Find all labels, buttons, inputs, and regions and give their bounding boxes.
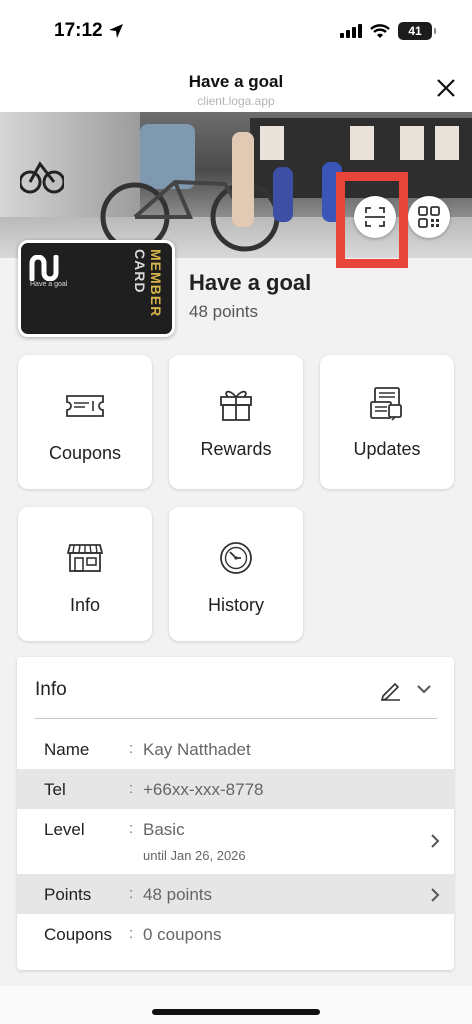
info-header[interactable]: Info — [17, 657, 454, 719]
edit-pencil-icon[interactable] — [380, 679, 402, 701]
row-colon: : — [129, 885, 134, 902]
card-label-card: CARD — [132, 249, 148, 294]
nav-header: Have a goal client.loga.app — [0, 62, 472, 112]
row-value: +66xx-xxx-8778 — [143, 780, 264, 799]
chevron-down-icon[interactable] — [416, 683, 432, 695]
status-bar: 17:12 41 — [0, 0, 472, 62]
highlight-annotation-box — [336, 172, 408, 268]
status-time: 17:12 — [54, 20, 124, 42]
chevron-right-icon — [431, 888, 440, 902]
updates-tile-label: Updates — [353, 439, 421, 459]
coupons-tile[interactable]: Coupons — [18, 355, 152, 489]
brand-logo-icon — [29, 255, 59, 281]
store-icon — [67, 544, 103, 572]
battery-indicator: 41 — [398, 22, 436, 40]
chevron-right-icon — [431, 834, 440, 848]
row-colon: : — [129, 925, 134, 942]
person-figure — [232, 132, 254, 227]
info-tile[interactable]: Info — [18, 507, 152, 641]
card-label: MEMBER CARD — [132, 249, 164, 334]
row-label: Coupons — [44, 925, 113, 944]
info-row-name: Name : Kay Natthadet — [17, 729, 454, 769]
row-value: 48 points — [143, 885, 212, 904]
clock-icon — [220, 542, 252, 574]
divider — [34, 718, 437, 719]
status-indicators: 41 — [340, 22, 436, 40]
level-expiry: until Jan 26, 2026 — [143, 848, 246, 863]
row-colon: : — [129, 780, 134, 797]
info-row-level[interactable]: Level : Basic until Jan 26, 2026 — [17, 809, 454, 873]
row-label: Level — [44, 820, 85, 839]
card-logo-text: Have a goal — [30, 281, 68, 288]
row-label: Points — [44, 885, 92, 904]
info-row-coupons: Coupons : 0 coupons — [17, 914, 454, 954]
info-tile-label: Info — [69, 595, 101, 615]
time-label: 17:12 — [54, 20, 103, 41]
info-section: Info Name : Kay Natthadet Tel : +66xx-xx… — [17, 657, 454, 970]
wifi-icon — [370, 23, 390, 38]
row-value: Basic — [143, 820, 185, 839]
ticket-icon — [66, 395, 104, 417]
info-section-title: Info — [35, 679, 67, 700]
close-icon[interactable] — [434, 76, 458, 100]
member-card[interactable]: Have a goal MEMBER CARD — [18, 240, 175, 337]
page-title: Have a goal — [188, 72, 284, 91]
row-value: 0 coupons — [143, 925, 222, 944]
signal-icon — [340, 24, 362, 38]
page-url: client.loga.app — [197, 94, 275, 108]
parked-bike-graphic — [20, 161, 64, 194]
points-total: 48 points — [189, 302, 258, 321]
rewards-tile[interactable]: Rewards — [169, 355, 303, 489]
brand-name: Have a goal — [189, 270, 312, 295]
row-colon: : — [129, 740, 134, 757]
location-arrow-icon — [108, 24, 123, 38]
info-row-points[interactable]: Points : 48 points — [17, 874, 454, 914]
history-tile[interactable]: History — [169, 507, 303, 641]
row-value: Kay Natthadet — [143, 740, 251, 759]
home-indicator[interactable] — [152, 1009, 320, 1015]
qr-code-button[interactable] — [408, 196, 450, 238]
qr-code-icon — [418, 206, 440, 228]
bottom-safe-area — [0, 986, 472, 1024]
news-icon — [370, 387, 402, 421]
card-label-member: MEMBER — [148, 249, 164, 318]
info-row-tel: Tel : +66xx-xxx-8778 — [17, 769, 454, 809]
rewards-tile-label: Rewards — [200, 439, 272, 459]
coupons-tile-label: Coupons — [48, 443, 122, 463]
row-label: Tel — [44, 780, 66, 799]
person-figure — [273, 167, 293, 222]
history-tile-label: History — [207, 595, 264, 615]
updates-tile[interactable]: Updates — [320, 355, 454, 489]
row-colon: : — [129, 820, 134, 837]
gift-icon — [220, 390, 252, 421]
row-label: Name — [44, 740, 90, 759]
